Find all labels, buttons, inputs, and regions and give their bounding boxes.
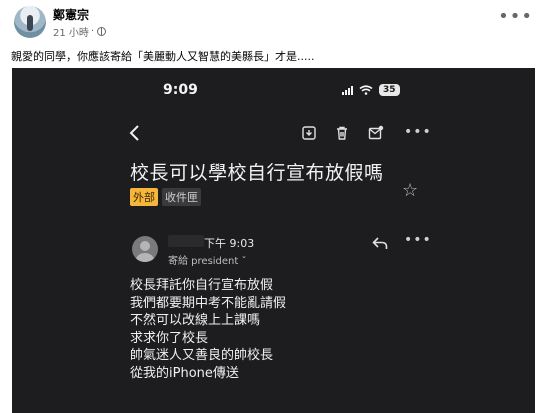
email-body: 校長拜託你自行宣布放假 我們都要期中考不能亂請假 不然可以改線上上課嗎 求求你了… bbox=[130, 277, 286, 382]
sent-time: 下午 9:03 bbox=[204, 237, 255, 250]
globe-icon bbox=[97, 27, 107, 36]
recipient-toggle[interactable]: 寄給 president ˇ bbox=[168, 252, 247, 267]
body-line: 不然可以改線上上課嗎 bbox=[130, 313, 261, 328]
toolbar-more-icon[interactable]: ••• bbox=[404, 124, 432, 140]
phone-screenshot: 9:09 35 ••• 校長可以學校自行宣布放假嗎 外部 收件匣 ☆ 下午 9:… bbox=[12, 68, 535, 413]
trash-icon[interactable] bbox=[334, 125, 350, 141]
body-line: 求求你了校長 bbox=[130, 330, 209, 346]
wifi-icon bbox=[359, 85, 373, 95]
author-name[interactable]: 鄭憲宗 bbox=[53, 6, 89, 23]
battery-icon: 35 bbox=[379, 84, 400, 96]
signal-icon bbox=[342, 85, 353, 95]
author-avatar[interactable] bbox=[14, 6, 46, 38]
sender-avatar[interactable] bbox=[132, 236, 158, 262]
body-line: 從我的iPhone傳送 bbox=[130, 365, 239, 381]
label-external[interactable]: 外部 bbox=[130, 188, 158, 206]
post-caption: 親愛的同學，你應該寄給「美麗動人又智慧的美縣長」才是..... bbox=[11, 50, 315, 63]
label-inbox[interactable]: 收件匣 bbox=[162, 188, 201, 206]
status-time: 9:09 bbox=[163, 82, 198, 98]
body-line: 帥氣迷人又善良的帥校長 bbox=[130, 348, 274, 363]
more-options-icon[interactable]: ••• bbox=[498, 8, 533, 26]
back-arrow-icon[interactable] bbox=[128, 123, 142, 143]
post-meta: 21 小時 · bbox=[53, 24, 107, 39]
star-icon[interactable]: ☆ bbox=[402, 180, 418, 201]
email-labels: 外部 收件匣 bbox=[130, 188, 201, 206]
mark-unread-icon[interactable] bbox=[368, 125, 384, 141]
email-subject: 校長可以學校自行宣布放假嗎 bbox=[130, 162, 384, 184]
message-more-icon[interactable]: ••• bbox=[404, 232, 432, 248]
post-header: 鄭憲宗 21 小時 · ••• bbox=[0, 0, 547, 44]
meta-separator: · bbox=[90, 26, 95, 37]
body-line: 校長拜託你自行宣布放假 bbox=[130, 278, 274, 293]
status-icons: 35 bbox=[342, 84, 400, 96]
sender-name-redacted bbox=[168, 235, 204, 247]
body-line: 我們都要期中考不能亂請假 bbox=[130, 295, 287, 311]
reply-icon[interactable] bbox=[372, 236, 388, 250]
archive-icon[interactable] bbox=[301, 125, 317, 141]
post-time[interactable]: 21 小時 bbox=[53, 24, 89, 39]
